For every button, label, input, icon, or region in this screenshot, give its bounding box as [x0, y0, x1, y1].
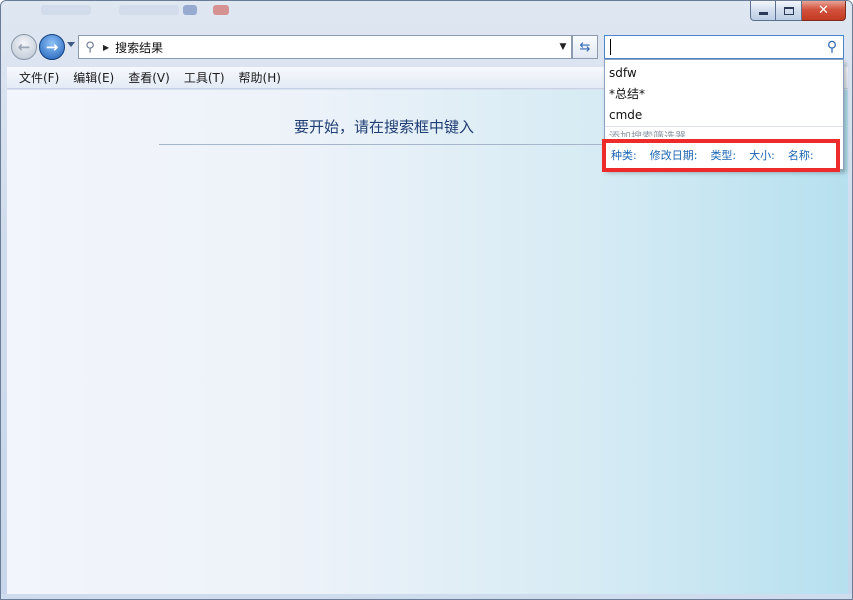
search-icon[interactable]: ⚲ — [821, 39, 843, 55]
menu-edit[interactable]: 编辑(E) — [67, 69, 122, 86]
highlight-box — [602, 139, 840, 172]
recent-search-item[interactable]: cmde — [605, 105, 843, 126]
title-bar[interactable]: ✕ — [1, 1, 852, 31]
close-button[interactable]: ✕ — [802, 1, 846, 21]
minimize-icon — [758, 12, 768, 15]
search-hint: 要开始，请在搜索框中键入 — [293, 118, 474, 136]
address-dropdown-icon[interactable]: ▼ — [555, 42, 571, 52]
recent-searches: sdfw *总结* cmde — [605, 60, 843, 126]
minimize-button[interactable] — [750, 1, 776, 21]
address-text[interactable]: 搜索结果 — [115, 39, 555, 56]
recent-search-item[interactable]: sdfw — [605, 63, 843, 84]
search-input[interactable]: ⚲ — [604, 35, 844, 59]
back-button[interactable]: ← — [11, 34, 37, 60]
window-bottom-border — [1, 594, 852, 599]
recent-pages-dropdown[interactable] — [67, 42, 75, 47]
search-location-icon: ⚲ — [85, 39, 95, 55]
refresh-icon: ⇆ — [579, 39, 591, 55]
blurred-title-segment — [119, 5, 179, 15]
blurred-title-icon — [213, 5, 229, 15]
maximize-button[interactable] — [776, 1, 802, 21]
caption-buttons: ✕ — [750, 1, 846, 21]
explorer-window: ✕ ← → ⚲ ▶ 搜索结果 ▼ ⇆ ⚲ 文件(F) 编辑(E) 查看(V) 工… — [0, 0, 853, 600]
refresh-button[interactable]: ⇆ — [572, 35, 598, 59]
close-icon: ✕ — [818, 3, 829, 18]
menu-help[interactable]: 帮助(H) — [233, 69, 289, 86]
menu-file[interactable]: 文件(F) — [13, 69, 67, 86]
forward-button[interactable]: → — [39, 34, 65, 60]
blurred-title-segment — [41, 5, 91, 15]
address-bar[interactable]: ⚲ ▶ 搜索结果 ▼ — [78, 35, 572, 59]
menu-tools[interactable]: 工具(T) — [178, 69, 233, 86]
back-arrow-icon: ← — [17, 38, 31, 56]
forward-arrow-icon: → — [45, 38, 59, 56]
hint-divider — [159, 144, 609, 145]
menu-view[interactable]: 查看(V) — [122, 69, 178, 86]
maximize-icon — [783, 6, 794, 15]
breadcrumb-arrow-icon[interactable]: ▶ — [103, 43, 109, 52]
recent-search-item[interactable]: *总结* — [605, 84, 843, 105]
text-caret — [610, 39, 611, 55]
blurred-title-icon — [183, 5, 197, 15]
